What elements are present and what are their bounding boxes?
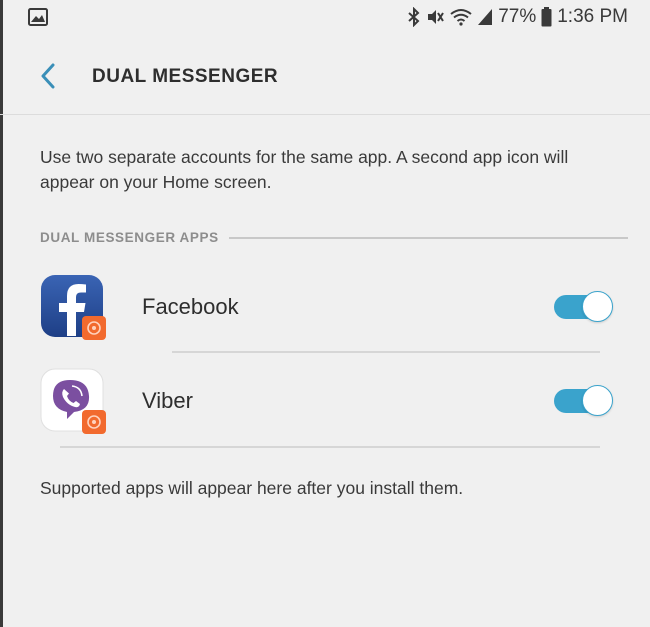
section-divider [228, 236, 628, 239]
supported-apps-note: Supported apps will appear here after yo… [40, 478, 464, 498]
row-divider [172, 351, 600, 353]
gallery-icon [28, 8, 48, 31]
row-divider [60, 446, 600, 448]
battery-percent: 77% [498, 6, 537, 27]
status-bar: 77% 1:36 PM [0, 0, 650, 38]
app-name-facebook: Facebook [142, 294, 239, 319]
dual-badge-icon [82, 316, 106, 340]
status-icons: 77% 1:36 PM [408, 6, 628, 28]
app-row-viber[interactable]: Viber [0, 356, 650, 448]
dual-badge-icon [82, 410, 106, 434]
clock: 1:36 PM [557, 6, 628, 27]
app-bar: DUAL MESSENGER [0, 38, 650, 115]
toggle-thumb [582, 385, 613, 416]
signal-icon [477, 8, 493, 26]
app-row-facebook[interactable]: Facebook [0, 262, 650, 354]
description-text: Use two separate accounts for the same a… [40, 147, 569, 192]
page-title: DUAL MESSENGER [92, 66, 279, 87]
facebook-toggle[interactable] [552, 290, 614, 322]
mute-icon [425, 7, 445, 27]
viber-icon [40, 368, 106, 434]
app-name-viber: Viber [142, 388, 193, 413]
bluetooth-icon [408, 7, 420, 27]
back-button[interactable] [28, 56, 68, 96]
section-header: DUAL MESSENGER APPS [40, 230, 628, 245]
chevron-left-icon [41, 63, 55, 89]
section-label: DUAL MESSENGER APPS [40, 230, 219, 245]
wifi-icon [450, 8, 472, 26]
facebook-icon [40, 274, 106, 340]
viber-toggle[interactable] [552, 384, 614, 416]
battery-icon [541, 7, 552, 27]
toggle-thumb [582, 291, 613, 322]
